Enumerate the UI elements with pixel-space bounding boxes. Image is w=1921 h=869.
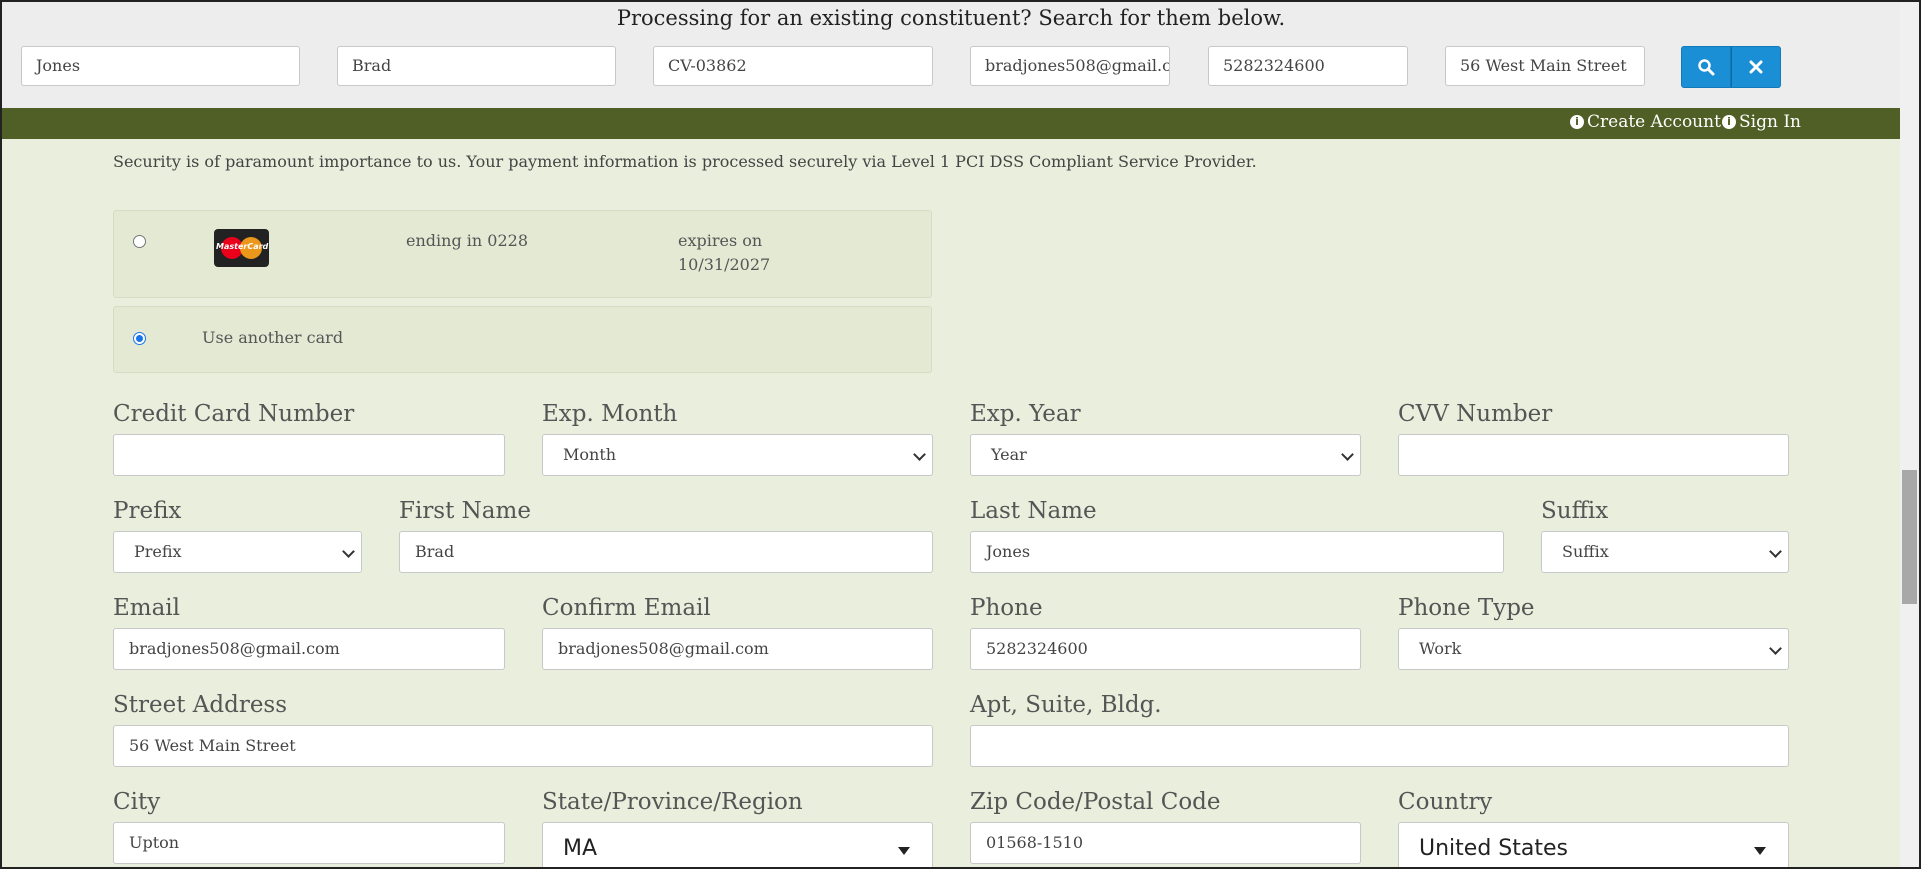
search-email-input[interactable]: bradjones508@gmail.com [970,46,1170,86]
state-value: MA [563,836,598,861]
create-account-link[interactable]: i Create Account [1570,112,1721,132]
confirm-email-field[interactable]: bradjones508@gmail.com [542,628,933,670]
phone-field[interactable]: 5282324600 [970,628,1361,670]
clear-search-button[interactable] [1731,46,1781,88]
last-name-label: Last Name [970,498,1097,524]
street-address-label: Street Address [113,692,288,718]
chevron-down-icon [1341,448,1354,461]
info-icon: i [1722,115,1736,129]
exp-year-select[interactable]: Year [970,434,1361,476]
apt-suite-input[interactable] [970,725,1789,767]
country-label: Country [1398,789,1493,815]
suffix-value: Suffix [1562,542,1609,561]
caret-down-icon [1754,847,1766,855]
apt-suite-label: Apt, Suite, Bldg. [970,692,1162,718]
phone-type-value: Work [1419,639,1462,658]
account-bar: i Create Account i Sign In [2,108,1900,139]
state-label: State/Province/Region [542,789,803,815]
city-input[interactable]: Upton [113,822,505,864]
saved-card-radio[interactable] [133,235,146,248]
chevron-down-icon [342,545,355,558]
zip-code-label: Zip Code/Postal Code [970,789,1221,815]
credit-card-number-input[interactable] [113,434,505,476]
credit-card-number-label: Credit Card Number [113,401,355,427]
use-another-card-label: Use another card [202,328,344,347]
constituent-search-band: Processing for an existing constituent? … [2,2,1900,108]
confirm-email-label: Confirm Email [542,595,711,621]
first-name-label: First Name [399,498,531,524]
caret-down-icon [898,847,910,855]
last-name-input[interactable]: Jones [970,531,1504,573]
phone-label: Phone [970,595,1043,621]
search-phone-input[interactable]: 5282324600 [1208,46,1408,86]
first-name-input[interactable]: Brad [399,531,933,573]
card-expires-label: expires on [678,231,763,250]
chevron-down-icon [1769,545,1782,558]
suffix-select[interactable]: Suffix [1541,531,1789,573]
prefix-value: Prefix [134,542,182,561]
search-last-name-input[interactable]: Jones [21,46,300,86]
exp-year-value: Year [991,445,1027,464]
prefix-label: Prefix [113,498,182,524]
chevron-down-icon [1769,642,1782,655]
cvv-label: CVV Number [1398,401,1553,427]
close-icon [1749,60,1763,74]
country-select[interactable]: United States [1398,822,1789,867]
sign-in-link[interactable]: i Sign In [1722,112,1801,132]
search-title: Processing for an existing constituent? … [616,6,1286,30]
phone-type-select[interactable]: Work [1398,628,1789,670]
search-button[interactable] [1681,46,1731,88]
country-value: United States [1419,836,1568,861]
prefix-select[interactable]: Prefix [113,531,362,573]
another-card-radio[interactable] [133,332,146,345]
exp-month-value: Month [563,445,617,464]
use-another-card-option[interactable]: Use another card [113,306,932,373]
state-select[interactable]: MA [542,822,933,867]
info-icon: i [1570,115,1584,129]
vertical-scrollbar[interactable] [1900,2,1919,867]
search-first-name-input[interactable]: Brad [337,46,616,86]
search-constituent-id-input[interactable]: CV-03862 [653,46,933,86]
zip-code-input[interactable]: 01568-1510 [970,822,1361,864]
saved-card-option[interactable]: MasterCard ending in 0228 expires on 10/… [113,210,932,298]
search-button-group [1681,46,1781,88]
browser-viewport: Processing for an existing constituent? … [0,0,1921,869]
email-label: Email [113,595,181,621]
search-address-input[interactable]: 56 West Main Street [1445,46,1645,86]
card-ending: ending in 0228 [406,231,528,250]
chevron-down-icon [913,448,926,461]
street-address-input[interactable]: 56 West Main Street [113,725,933,767]
create-account-label: Create Account [1587,112,1721,132]
search-icon [1698,59,1715,76]
exp-month-label: Exp. Month [542,401,678,427]
security-notice: Security is of paramount importance to u… [113,152,1257,171]
card-expires-date: 10/31/2027 [678,255,771,274]
email-field[interactable]: bradjones508@gmail.com [113,628,505,670]
mastercard-logo-icon: MasterCard [214,229,269,267]
exp-year-label: Exp. Year [970,401,1081,427]
suffix-label: Suffix [1541,498,1609,524]
city-label: City [113,789,161,815]
mastercard-brand-text: MasterCard [216,242,269,251]
exp-month-select[interactable]: Month [542,434,933,476]
sign-in-label: Sign In [1739,112,1801,132]
cvv-input[interactable] [1398,434,1789,476]
scrollbar-thumb[interactable] [1902,470,1917,604]
phone-type-label: Phone Type [1398,595,1535,621]
